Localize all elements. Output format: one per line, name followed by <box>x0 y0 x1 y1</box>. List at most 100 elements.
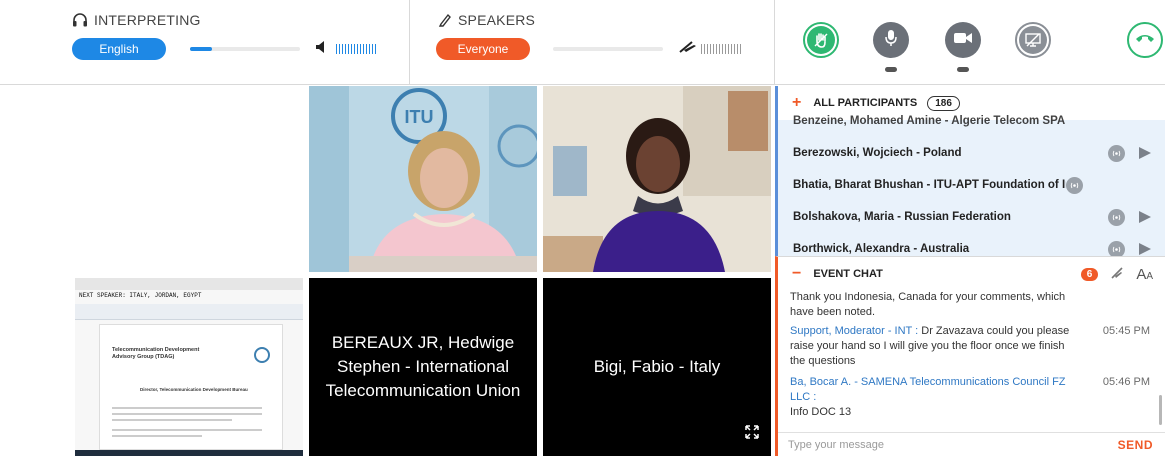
participants-panel: + ALL PARTICIPANTS 186 Benzeine, Mohamed… <box>775 86 1165 256</box>
participant-row[interactable]: Berezowski, Wojciech - Poland <box>793 139 1153 167</box>
level-tick <box>366 44 367 54</box>
top-bar: INTERPRETING English SPEAKERS Everyone <box>0 0 1165 85</box>
interpreting-title: INTERPRETING <box>94 12 201 28</box>
participant-row-partial[interactable]: Benzeine, Mohamed Amine - Algerie Teleco… <box>793 113 1153 127</box>
chat-message-time: 05:46 PM <box>1102 376 1150 388</box>
participant-row[interactable]: Bolshakova, Maria - Russian Federation <box>793 203 1153 231</box>
muted-microphone-icon[interactable] <box>678 40 698 59</box>
participants-title: ALL PARTICIPANTS <box>813 97 918 109</box>
chat-message-sender[interactable]: Support, Moderator - INT : <box>790 325 918 337</box>
audio-signal-icon <box>1108 144 1125 162</box>
raise-hand-button[interactable] <box>803 22 839 58</box>
participant-name: Bolshakova, Maria - Russian Federation <box>793 211 1011 223</box>
camera-button[interactable] <box>945 22 981 58</box>
microphone-options-tab[interactable] <box>885 67 897 72</box>
chat-message-input[interactable] <box>788 438 1088 451</box>
send-arrow-icon[interactable] <box>1139 243 1151 255</box>
expand-icon[interactable]: + <box>792 94 801 112</box>
send-arrow-icon[interactable] <box>1139 211 1151 223</box>
microphone-button[interactable] <box>873 22 909 58</box>
level-tick <box>719 44 720 54</box>
document-taskbar <box>75 450 303 456</box>
document-title-line1: Telecommunication Development <box>112 347 200 353</box>
camera-icon <box>953 31 973 50</box>
speakers-header: SPEAKERS <box>438 12 535 28</box>
chat-title: EVENT CHAT <box>813 268 883 280</box>
hand-icon <box>807 26 835 54</box>
level-tick <box>357 44 358 54</box>
itu-logo <box>254 347 270 363</box>
speakers-title: SPEAKERS <box>458 12 536 28</box>
video-tile-speaker-2[interactable] <box>543 86 771 272</box>
microphone-icon <box>884 29 898 52</box>
collapse-icon[interactable]: − <box>792 265 801 283</box>
participants-count-badge: 186 <box>927 95 960 111</box>
interpreting-volume-slider[interactable] <box>190 47 300 51</box>
level-tick <box>363 44 364 54</box>
level-tick <box>348 44 349 54</box>
leave-call-button[interactable] <box>1127 22 1163 58</box>
participant-video-feed: ITU <box>309 86 537 272</box>
level-tick <box>339 44 340 54</box>
level-tick <box>707 44 708 54</box>
participant-row[interactable]: Bhatia, Bharat Bhushan - ITU-APT Foundat… <box>793 171 1153 199</box>
speaker-volume-icon[interactable] <box>315 40 329 59</box>
level-tick <box>701 44 702 54</box>
event-chat-panel: − EVENT CHAT 6 AA Thank you Indonesia, C… <box>775 256 1165 456</box>
participant-row[interactable]: Borthwick, Alexandra - Australia <box>793 235 1153 256</box>
text-line <box>112 429 262 431</box>
level-tick <box>360 44 361 54</box>
audio-signal-icon <box>1108 240 1125 256</box>
chat-message-sender[interactable]: Ba, Bocar A. - SAMENA Telecommunications… <box>790 375 1075 405</box>
level-tick <box>731 44 732 54</box>
participant-name: Benzeine, Mohamed Amine - Algerie Teleco… <box>793 115 1066 127</box>
chat-message: Thank you Indonesia, Canada for your com… <box>790 290 1150 320</box>
participant-video-feed <box>543 86 771 272</box>
level-tick <box>704 44 705 54</box>
video-tile-name-label[interactable]: Bigi, Fabio - Italy <box>543 278 771 456</box>
speakers-section: SPEAKERS Everyone <box>410 0 775 85</box>
participant-name: Berezowski, Wojciech - Poland <box>793 147 962 159</box>
level-tick <box>375 44 376 54</box>
audience-selector[interactable]: Everyone <box>436 38 530 60</box>
document-next-speaker: NEXT SPEAKER: ITALY, JORDAN, EGYPT <box>79 292 202 299</box>
chat-message-time: 05:45 PM <box>1102 325 1150 337</box>
phone-hangup-icon <box>1135 31 1155 49</box>
text-line <box>112 413 262 415</box>
level-tick <box>372 44 373 54</box>
shared-document-tile[interactable]: NEXT SPEAKER: ITALY, JORDAN, EGYPT Telec… <box>75 278 303 456</box>
document-ribbon <box>75 304 303 320</box>
level-tick <box>728 44 729 54</box>
svg-text:ITU: ITU <box>405 107 434 127</box>
video-tile-name-label[interactable]: BEREAUX JR, Hedwige Stephen - Internatio… <box>309 278 537 456</box>
microphone-edit-icon <box>438 13 452 27</box>
chat-message: 05:46 PM Ba, Bocar A. - SAMENA Telecommu… <box>790 375 1150 420</box>
level-tick <box>737 44 738 54</box>
participant-name: Bigi, Fabio - Italy <box>593 357 721 376</box>
chat-header[interactable]: − EVENT CHAT 6 AA <box>778 257 1165 291</box>
language-selector[interactable]: English <box>72 38 166 60</box>
video-tile-speaker-1[interactable]: ITU <box>309 86 537 272</box>
interpreting-level-meter <box>336 44 376 54</box>
fullscreen-icon[interactable] <box>745 422 759 446</box>
level-tick <box>345 44 346 54</box>
camera-options-tab[interactable] <box>957 67 969 72</box>
audio-signal-icon <box>1066 176 1083 194</box>
send-arrow-icon[interactable] <box>1139 147 1151 159</box>
audio-signal-icon <box>1108 208 1125 226</box>
document-subtitle: Director, Telecommunication Development … <box>140 387 248 392</box>
interpreting-header: INTERPRETING <box>72 12 201 28</box>
font-size-icon[interactable]: AA <box>1136 266 1153 283</box>
level-tick <box>351 44 352 54</box>
level-tick <box>354 44 355 54</box>
document-window-bar <box>75 278 303 290</box>
level-tick <box>734 44 735 54</box>
screen-share-button[interactable] <box>1015 22 1051 58</box>
chat-scrollbar[interactable] <box>1159 395 1162 425</box>
chat-message-text: Thank you Indonesia, Canada for your com… <box>790 291 1066 318</box>
empty-video-slot <box>75 86 303 272</box>
send-button[interactable]: SEND <box>1118 438 1153 452</box>
chat-message: 05:45 PM Support, Moderator - INT : Dr Z… <box>790 324 1150 369</box>
mute-notifications-icon[interactable] <box>1110 266 1124 283</box>
speakers-volume-slider[interactable] <box>553 47 663 51</box>
